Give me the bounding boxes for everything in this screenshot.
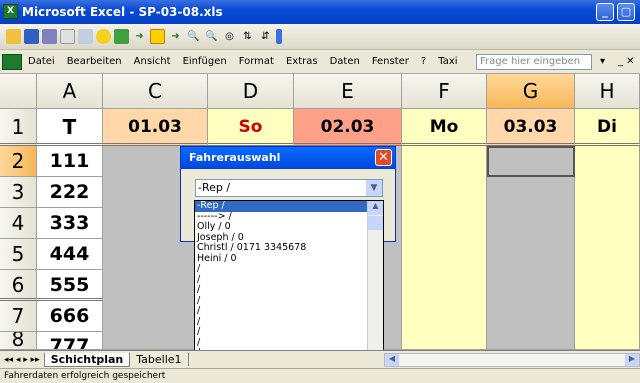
cell-a5[interactable]: 444 [37,239,103,270]
selected-cell-g2[interactable] [487,146,575,177]
permission-icon[interactable] [42,29,57,44]
sheet-tab-bar: ◂◂ ◂ ▸ ▸▸ Schichtplan Tabelle1 ◀ ▶ [0,350,640,368]
row-header-7[interactable]: 7 [0,301,37,332]
table-icon[interactable] [78,29,93,44]
column-header-g[interactable]: G [487,74,575,109]
workbook-icon[interactable] [2,53,22,70]
target-icon[interactable]: ◎ [222,29,237,44]
cell-a3[interactable]: 222 [37,177,103,208]
close-workbook-icon[interactable]: _ ✕ [618,56,635,67]
save-icon[interactable] [24,29,39,44]
menu-help[interactable]: ? [415,56,432,67]
row-header-5[interactable]: 5 [0,239,37,270]
list-item[interactable]: / [195,274,383,286]
help-dropdown-icon[interactable]: ▾ [600,56,605,67]
column-h-body[interactable] [575,146,640,350]
sort-asc-icon[interactable]: ⇅ [240,29,255,44]
menu-format[interactable]: Format [233,56,280,67]
cell-g1[interactable]: 03.03 [487,109,575,146]
cell-a1[interactable]: T [37,109,103,146]
scroll-thumb[interactable] [368,216,383,230]
zoom-out-icon[interactable]: 🔍 [186,29,201,44]
list-item[interactable]: -Rep / [195,201,383,212]
arrow-icon[interactable]: ➜ [132,29,147,44]
chart-icon[interactable] [114,29,129,44]
column-f-body[interactable] [402,146,487,350]
menu-extras[interactable]: Extras [280,56,324,67]
cell-d1[interactable]: So [208,109,294,146]
forward-icon[interactable]: ➜ [168,29,183,44]
highlight-icon[interactable] [150,29,165,44]
tab-nav-arrows-icon[interactable]: ◂◂ ◂ ▸ ▸▸ [0,355,44,365]
column-header-a[interactable]: A [37,74,103,109]
zoom-in-icon[interactable]: 🔍 [204,29,219,44]
excel-app-icon[interactable]: X [3,4,18,19]
cell-e1[interactable]: 02.03 [294,109,402,146]
column-header-h[interactable]: H [575,74,640,109]
help-search-input[interactable]: Frage hier eingeben [476,54,592,70]
list-item[interactable]: / [195,316,383,328]
menu-daten[interactable]: Daten [324,56,366,67]
menu-bar: Datei Bearbeiten Ansicht Einfügen Format… [0,50,640,74]
cell-h1[interactable]: Di [575,109,640,146]
cell-a7[interactable]: 666 [37,301,103,332]
column-header-e[interactable]: E [294,74,402,109]
status-bar: Fahrerdaten erfolgreich gespeichert [0,368,640,383]
open-icon[interactable] [6,29,21,44]
scroll-left-icon[interactable]: ◀ [385,354,399,366]
menu-einfuegen[interactable]: Einfügen [177,56,233,67]
window-title: Microsoft Excel - SP-03-08.xls [22,5,223,19]
list-item[interactable]: / [195,264,383,275]
menu-fenster[interactable]: Fenster [366,56,415,67]
toolbar-options-icon[interactable] [276,29,282,44]
cell-a8[interactable]: 777 [37,332,103,350]
menu-taxi[interactable]: Taxi [432,56,463,67]
row-header-1[interactable]: 1 [0,109,37,146]
column-header-c[interactable]: C [103,74,208,109]
copy-icon[interactable] [60,29,75,44]
menu-datei[interactable]: Datei [22,56,61,67]
row-header-3[interactable]: 3 [0,177,37,208]
row-header-2[interactable]: 2 [0,146,37,177]
dialog-title: Fahrerauswahl [181,147,395,169]
horizontal-scrollbar[interactable]: ◀ ▶ [384,353,640,367]
scroll-right-icon[interactable]: ▶ [625,354,639,366]
smiley-icon[interactable] [96,29,111,44]
sort-desc-icon[interactable]: ⇵ [258,29,273,44]
maximize-button[interactable]: ▢ [617,3,635,21]
list-item[interactable]: Christl / 0171 3345678 [195,243,383,254]
row-header-8[interactable]: 8 [0,332,37,350]
list-item[interactable]: / [195,306,383,317]
menu-ansicht[interactable]: Ansicht [128,56,177,67]
title-bar: X Microsoft Excel - SP-03-08.xls _ ▢ [0,0,640,24]
driver-combobox[interactable]: -Rep / ▼ [195,179,383,197]
tab-tabelle1[interactable]: Tabelle1 [130,353,189,366]
dialog-close-button[interactable]: ✕ [375,149,392,166]
list-item[interactable]: / [195,285,383,296]
minimize-button[interactable]: _ [596,3,614,21]
scroll-up-icon[interactable]: ▲ [368,201,383,215]
list-item[interactable]: Heini / 0 [195,253,383,265]
cell-c1[interactable]: 01.03 [103,109,208,146]
row-header-4[interactable]: 4 [0,208,37,239]
status-text: Fahrerdaten erfolgreich gespeichert [4,371,166,381]
chevron-down-icon[interactable]: ▼ [366,180,382,196]
menu-bearbeiten[interactable]: Bearbeiten [61,56,128,67]
combo-value: -Rep / [198,181,231,194]
cell-a4[interactable]: 333 [37,208,103,239]
column-header-f[interactable]: F [402,74,487,109]
cell-a2[interactable]: 111 [37,146,103,177]
list-item[interactable]: / [195,327,383,338]
column-header-d[interactable]: D [208,74,294,109]
tab-schichtplan[interactable]: Schichtplan [43,352,131,367]
standard-toolbar: ➜ ➜ 🔍 🔍 ◎ ⇅ ⇵ [0,24,640,50]
cell-f1[interactable]: Mo [402,109,487,146]
list-item[interactable]: / [195,337,383,349]
row-header-6[interactable]: 6 [0,270,37,301]
list-item[interactable]: Olly / 0 [195,222,383,233]
select-all-corner[interactable] [0,74,37,109]
list-item[interactable]: / [195,295,383,307]
cell-a6[interactable]: 555 [37,270,103,301]
